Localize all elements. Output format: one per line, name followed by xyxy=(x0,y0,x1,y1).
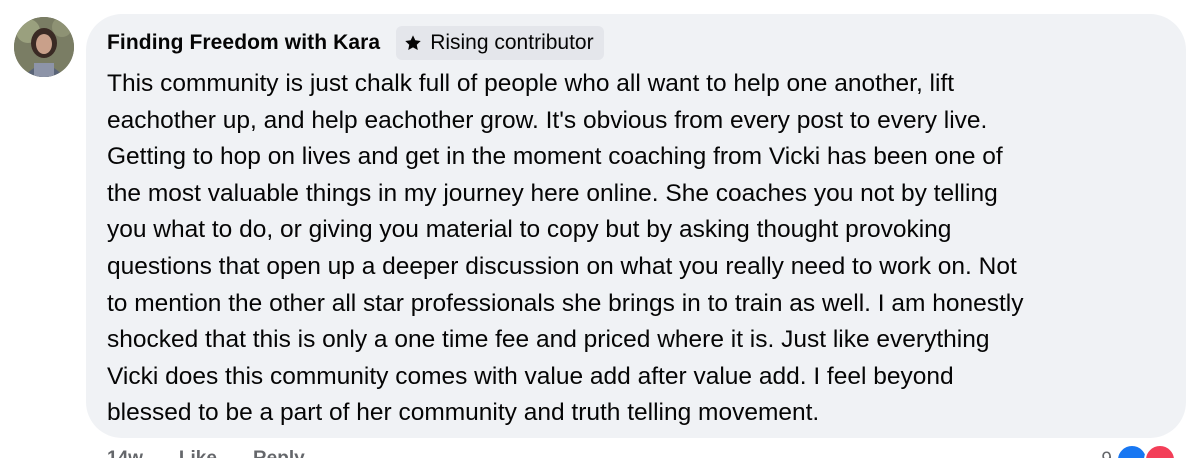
comment-line: Getting to hop on lives and get in the m… xyxy=(107,143,1003,171)
comment-text: This community is just chalk full of peo… xyxy=(107,66,1167,432)
comment-header: Finding Freedom with Kara Rising contrib… xyxy=(107,24,1166,62)
like-icon xyxy=(1116,444,1148,458)
comment-line: questions that open up a deeper discussi… xyxy=(107,252,1017,280)
comment-line: shocked that this is only a one time fee… xyxy=(107,326,990,354)
comment-line: the most valuable things in my journey h… xyxy=(107,179,998,207)
badge-label: Rising contributor xyxy=(430,31,594,54)
love-icon xyxy=(1144,444,1176,458)
comment-line: blessed to be a part of her community an… xyxy=(107,399,820,427)
like-button[interactable]: Like xyxy=(179,448,217,458)
comment-line: eachother up, and help eachother grow. I… xyxy=(107,106,988,134)
comment-actions: 14w Like Reply xyxy=(107,448,305,458)
comment-bubble: Finding Freedom with Kara Rising contrib… xyxy=(86,14,1186,438)
comment-line: you what to do, or giving you material t… xyxy=(107,216,952,244)
comment-root: Finding Freedom with Kara Rising contrib… xyxy=(0,0,1200,458)
reactions-summary[interactable]: 9 xyxy=(1101,444,1176,458)
contributor-badge[interactable]: Rising contributor xyxy=(396,26,604,60)
comment-line: to mention the other all star profession… xyxy=(107,289,1024,317)
comment-line: This community is just chalk full of peo… xyxy=(107,70,955,97)
avatar-image xyxy=(14,17,74,77)
timestamp[interactable]: 14w xyxy=(107,448,143,458)
comment-line: Vicki does this community comes with val… xyxy=(107,362,954,390)
avatar[interactable] xyxy=(14,17,74,77)
reply-button[interactable]: Reply xyxy=(253,448,305,458)
star-icon xyxy=(404,34,422,52)
author-name[interactable]: Finding Freedom with Kara xyxy=(107,31,380,55)
reaction-count: 9 xyxy=(1101,449,1112,458)
